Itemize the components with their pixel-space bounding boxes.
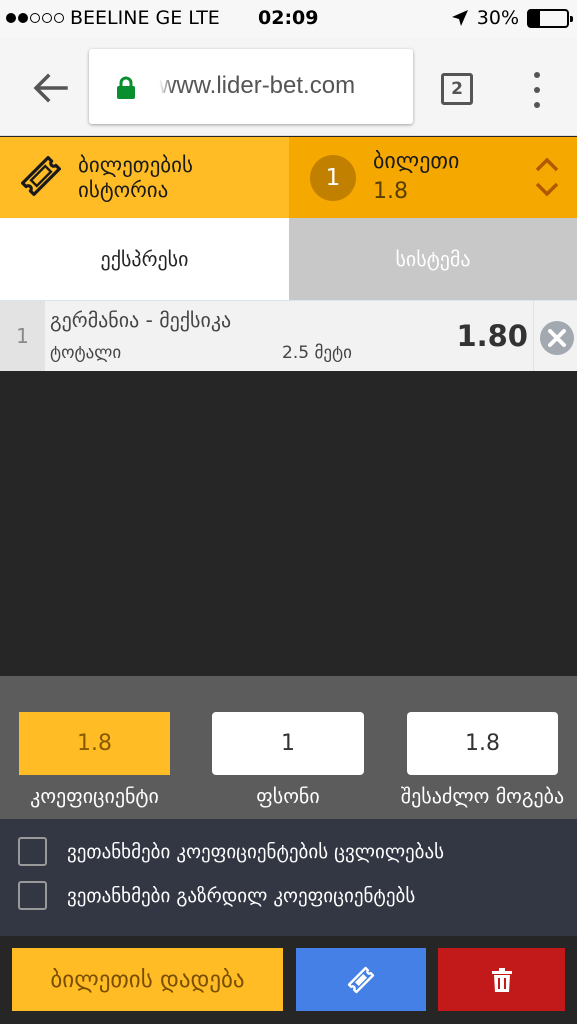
bet-row: 1 გერმანია - მექსიკა ტოტალი 2.5 მეტი 1.8… [0,300,577,371]
lock-icon [117,76,135,99]
ticket-title: ბილეთი [373,149,460,174]
current-ticket-button[interactable]: 1 ბილეთი 1.8 [289,137,577,218]
trash-icon [491,967,512,992]
status-left: BEELINE GE LTE [6,7,220,29]
agree-boosted-odds-row[interactable]: ვეთანხმები გაზრდილ კოეფიციენტებს [18,881,415,910]
bet-market: ტოტალი [50,343,122,363]
agreements-panel: ვეთანხმები კოეფიციენტების ცვლილებას ვეთა… [0,819,577,936]
battery-percent: 30% [476,7,519,29]
row-divider [533,300,534,371]
network-type: LTE [188,7,220,29]
url-text: www.lider-bet.com [159,72,356,99]
ticket-icon [347,966,375,993]
coupon-button[interactable] [296,948,426,1011]
agree-boosted-odds-label: ვეთანხმები გაზრდილ კოეფიციენტებს [67,884,416,907]
bet-outcome: 2.5 მეტი [282,343,352,363]
ticket-icon [21,156,61,196]
battery-icon [527,8,573,28]
ticket-history-label: ბილეთების ისტორია [78,153,193,202]
possible-win-value: 1.8 [407,712,558,775]
agree-odds-change-label: ვეთანხმები კოეფიციენტების ცვლილებას [67,840,445,863]
betslip-empty-area [0,371,577,676]
betslip-header: ბილეთების ისტორია 1 ბილეთი 1.8 [0,137,577,218]
possible-win-label: შესაძლო მოგება [400,784,565,808]
back-arrow-icon[interactable] [28,66,72,110]
ticket-history-button[interactable]: ბილეთების ისტორია [0,137,289,218]
tab-switcher-button[interactable]: 2 [441,73,473,105]
tab-system[interactable]: სისტემა [289,218,577,300]
location-arrow-icon [451,10,468,26]
agree-odds-change-checkbox[interactable] [18,837,47,866]
tab-express[interactable]: ექსპრესი [0,218,289,300]
bet-number: 1 [0,301,45,371]
signal-strength-icon [6,13,64,23]
chevron-up-down-icon[interactable] [534,155,560,199]
stake-label: ფსონი [256,784,320,808]
delete-ticket-button[interactable] [438,948,565,1011]
address-bar[interactable]: www.lider-bet.com [89,49,413,124]
bet-match: გერმანია - მექსიკა [50,308,232,332]
agree-odds-change-row[interactable]: ვეთანხმები კოეფიციენტების ცვლილებას [18,837,444,866]
ticket-count-badge: 1 [310,155,356,201]
remove-bet-icon[interactable] [539,320,575,356]
bet-summary: 1.8 1 1.8 კოეფიციენტი ფსონი შესაძლო მოგე… [0,676,577,819]
place-bet-button[interactable]: ბილეთის დადება [12,948,283,1011]
status-bar: BEELINE GE LTE 02:09 30% [0,0,577,38]
ticket-odds: 1.8 [373,179,408,204]
total-odds-value: 1.8 [19,712,170,775]
stake-input[interactable]: 1 [212,712,364,775]
carrier-name: BEELINE GE [70,7,183,29]
bet-odds: 1.80 [456,319,528,353]
total-odds-label: კოეფიციენტი [30,784,159,808]
agree-boosted-odds-checkbox[interactable] [18,881,47,910]
bet-type-tabs: ექსპრესი სისტემა [0,218,577,300]
clock: 02:09 [258,7,319,29]
battery-fill [529,10,541,26]
overflow-menu-icon[interactable] [526,70,548,110]
status-right: 30% [451,7,573,29]
url-fade [159,49,173,124]
browser-toolbar: www.lider-bet.com 2 [0,38,577,136]
action-bar: ბილეთის დადება [0,936,577,1024]
